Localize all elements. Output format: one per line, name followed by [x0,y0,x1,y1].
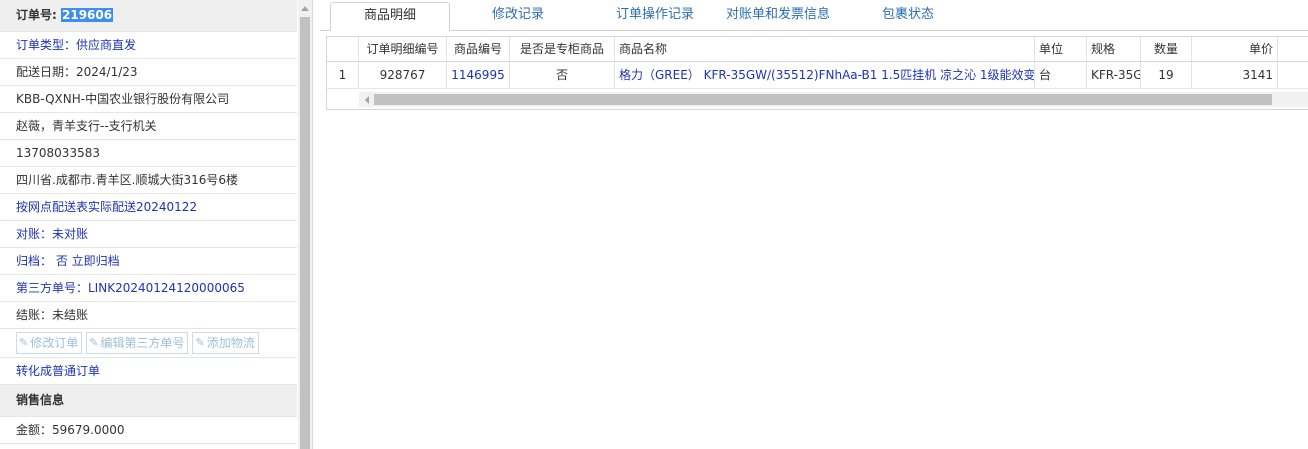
tab-package-status[interactable]: 包裹状态 [868,2,948,28]
add-logistics-label: 添加物流 [206,336,255,350]
reconcile-status-row: 对账：未对账 [0,221,297,248]
row-number-cell: 1 [327,62,359,88]
edit-third-party-number-label: 编辑第三方单号 [100,336,185,350]
edit-icon: ✎ [19,336,29,349]
order-number-row: 订单号: 219606 [0,0,297,32]
column-header-rownum [327,37,359,61]
third-party-number-row: 第三方单号：LINK20240124120000065 [0,275,297,302]
tab-change-log[interactable]: 修改记录 [470,2,566,28]
column-header-detail-no[interactable]: 订单明细编号 [359,37,447,61]
sales-info-section-title: 销售信息 [0,385,297,417]
edit-icon: ✎ [89,336,99,349]
tab-bar: 商品明细 修改记录 订单操作记录 对账单和发票信息 包裹状态 [320,0,1308,31]
action-button-row: ✎ 修改订单 ✎ 编辑第三方单号 ✎ 添加物流 [0,329,297,358]
order-number-value[interactable]: 219606 [61,8,114,22]
edit-order-label: 修改订单 [30,336,79,350]
product-name-link[interactable]: 格力（GREE） KFR-35GW/(35512)FNhAa-B1 1.5匹挂机… [615,62,1035,88]
contact-person-row: 赵薇，青羊支行--支行机关 [0,113,297,140]
column-header-quantity[interactable]: 数量 [1141,37,1192,61]
scroll-left-arrow-icon[interactable] [365,96,369,104]
edit-order-button[interactable]: ✎ 修改订单 [16,332,83,354]
scrollbar-thumb[interactable] [300,17,310,449]
detail-area: 商品明细 修改记录 订单操作记录 对账单和发票信息 包裹状态 订单明细编号 商品… [320,0,1308,449]
delivery-date-row: 配送日期：2024/1/23 [0,59,297,86]
table-row[interactable]: 1 928767 1146995 否 格力（GREE） KFR-35GW/(35… [327,62,1308,89]
amount-row: 金额：59679.0000 [0,417,297,444]
address-row: 四川省.成都市.青羊区.顺城大街316号6楼 [0,167,297,194]
tab-order-operation-log[interactable]: 订单操作记录 [600,2,710,28]
order-type-row: 订单类型：供应商直发 [0,32,297,59]
tab-product-details[interactable]: 商品明细 [330,2,450,31]
scroll-up-arrow-icon[interactable] [301,6,309,11]
column-header-spec[interactable]: 规格 [1087,37,1141,61]
edit-icon: ✎ [195,336,205,349]
unit-price-cell: 3141 [1192,62,1278,88]
archive-status-row[interactable]: 归档： 否 立即归档 [0,248,297,275]
delivery-note-row: 按网点配送表实际配送20240122 [0,194,297,221]
order-info-panel: 订单号: 219606 订单类型：供应商直发 配送日期：2024/1/23 KB… [0,0,313,449]
add-logistics-button[interactable]: ✎ 添加物流 [192,332,259,354]
tab-statement-invoice[interactable]: 对账单和发票信息 [720,2,836,28]
column-header-counter-product[interactable]: 是否是专柜商品 [510,37,615,61]
detail-no-cell: 928767 [359,62,447,88]
edit-third-party-number-button[interactable]: ✎ 编辑第三方单号 [86,332,189,354]
phone-row: 13708033583 [0,140,297,167]
counter-product-cell: 否 [510,62,615,88]
spec-cell: KFR-35GW [1087,62,1141,88]
grid-header-row: 订单明细编号 商品编号 是否是专柜商品 商品名称 单位 规格 数量 单价 [327,37,1308,62]
customer-company-row: KBB-QXNH-中国农业银行股份有限公司 [0,86,297,113]
left-panel-scrollbar[interactable] [298,0,312,449]
convert-to-normal-order-link[interactable]: 转化成普通订单 [0,358,297,385]
quantity-cell: 19 [1141,62,1192,88]
column-header-unit[interactable]: 单位 [1035,37,1087,61]
column-header-product-name[interactable]: 商品名称 [615,37,1035,61]
scrollbar-thumb[interactable] [374,94,1272,105]
grid-horizontal-scrollbar[interactable] [359,92,1308,107]
unit-cell: 台 [1035,62,1087,88]
product-no-link[interactable]: 1146995 [447,62,510,88]
order-number-label: 订单号: [16,8,57,22]
column-header-product-no[interactable]: 商品编号 [447,37,510,61]
order-info-list: 订单号: 219606 订单类型：供应商直发 配送日期：2024/1/23 KB… [0,0,297,444]
column-header-unit-price[interactable]: 单价 [1192,37,1278,61]
product-detail-grid: 订单明细编号 商品编号 是否是专柜商品 商品名称 单位 规格 数量 单价 1 9… [326,36,1308,110]
settlement-status-row: 结账：未结账 [0,302,297,329]
